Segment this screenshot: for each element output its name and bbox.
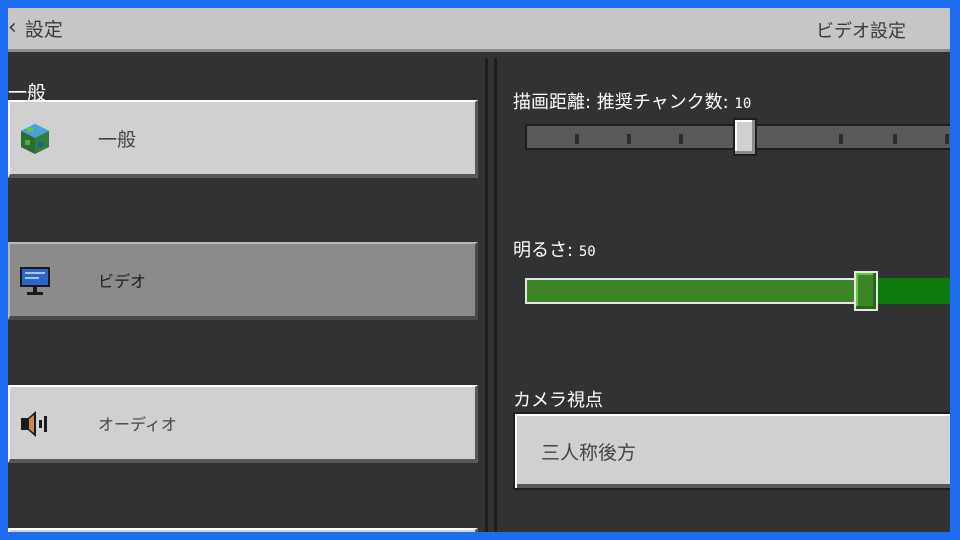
back-button[interactable]: ‹ 設定 [8, 8, 63, 48]
speaker-icon [21, 411, 47, 437]
sidebar-item-video[interactable]: ビデオ [8, 242, 478, 320]
sidebar-item-label: 一般 [98, 128, 137, 151]
globe-icon [21, 124, 49, 154]
settings-window: ‹ 設定 ビデオ設定 一般 一般 ビデオ オーディオ 描画距離: 推奨チャンク数… [8, 8, 950, 532]
page-title: ビデオ設定 [816, 21, 906, 42]
sidebar: 一般 一般 ビデオ オーディオ [8, 58, 488, 532]
camera-perspective-dropdown[interactable]: 三人称後方 [513, 412, 950, 490]
slider-tick [945, 134, 949, 144]
render-distance-label-text: 描画距離: 推奨チャンク数: [513, 92, 729, 113]
render-distance-label: 描画距離: 推奨チャンク数: 10 [513, 88, 751, 114]
camera-perspective-label: カメラ視点 [513, 390, 603, 411]
sidebar-item-label: オーディオ [98, 415, 177, 434]
monitor-icon [20, 267, 50, 295]
slider-tick [893, 134, 897, 144]
slider-tick [627, 134, 631, 144]
brightness-slider-remainder [866, 278, 950, 304]
brightness-label-text: 明るさ: [513, 240, 574, 261]
brightness-slider[interactable] [525, 271, 950, 311]
slider-tick [839, 134, 843, 144]
header-bar: ‹ 設定 ビデオ設定 [8, 8, 950, 52]
render-distance-slider[interactable] [525, 118, 950, 156]
sidebar-item-general[interactable]: 一般 [8, 100, 478, 178]
settings-panel: 描画距離: 推奨チャンク数: 10 明るさ: 50 カメラ視点 三人称後方 [494, 58, 950, 532]
brightness-label: 明るさ: 50 [513, 236, 596, 262]
chevron-left-icon: ‹ [8, 15, 17, 40]
render-distance-slider-thumb[interactable] [733, 118, 757, 156]
sidebar-item-next[interactable] [8, 528, 478, 532]
sidebar-item-audio[interactable]: オーディオ [8, 385, 478, 463]
camera-perspective-value: 三人称後方 [541, 441, 637, 464]
brightness-value: 50 [578, 244, 596, 260]
sidebar-item-label: ビデオ [98, 272, 147, 291]
back-label: 設定 [24, 18, 63, 41]
slider-tick [679, 134, 683, 144]
render-distance-value: 10 [734, 96, 752, 112]
slider-tick [575, 134, 579, 144]
brightness-slider-fill [525, 278, 866, 304]
brightness-slider-thumb[interactable] [854, 271, 878, 311]
